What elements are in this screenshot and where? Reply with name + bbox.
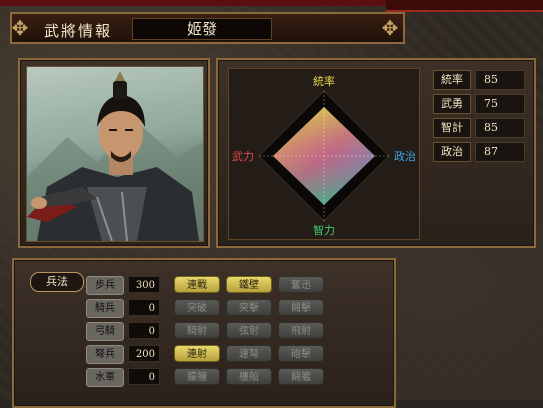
stat-value: 75 [475, 94, 525, 114]
skill-button[interactable]: 鬪擊 [278, 299, 324, 316]
skill-button[interactable]: 艨艟 [174, 368, 220, 385]
general-portrait [26, 66, 204, 242]
portrait-panel [18, 58, 210, 248]
stat-value: 85 [475, 70, 525, 90]
tactics-section-label: 兵法 [30, 272, 84, 292]
skill-button[interactable]: 飛射 [278, 322, 324, 339]
ability-diamond: 統率 武力 政治 智力 [232, 74, 416, 237]
stat-value: 85 [475, 118, 525, 138]
ability-panel: 統率 武力 政治 智力 統率 85 武勇 75 智計 85 政治 87 [216, 58, 536, 248]
window-frame-corner [386, 0, 543, 12]
troop-type-label: 弩兵 [86, 345, 124, 364]
diamond-label-bottom: 智力 [313, 223, 335, 237]
troop-count: 200 [128, 345, 160, 362]
stat-label: 統率 [433, 70, 471, 90]
troop-type-label: 步兵 [86, 276, 124, 295]
skill-button[interactable]: 騎射 [174, 322, 220, 339]
diamond-label-left: 武力 [232, 150, 254, 163]
ornament-icon: ✥ [11, 16, 29, 40]
stat-label: 武勇 [433, 94, 471, 114]
troop-type-label: 水軍 [86, 368, 124, 387]
diamond-label-top: 統率 [313, 74, 335, 88]
troops-panel: 兵法 步兵 300 連戰 鐵壁 奮迅 騎兵 0 突破 突擊 鬪擊 弓騎 0 騎射… [12, 258, 396, 408]
title-bar: ✥ 武將情報 姬發 ✥ [10, 12, 405, 44]
ornament-icon: ✥ [381, 16, 399, 40]
skill-button[interactable]: 鬪艦 [278, 368, 324, 385]
skill-button[interactable]: 鐵壁 [226, 276, 272, 293]
skill-button[interactable]: 連射 [174, 345, 220, 362]
troop-type-label: 弓騎 [86, 322, 124, 341]
skill-button[interactable]: 連戰 [174, 276, 220, 293]
stat-value: 87 [475, 142, 525, 162]
general-name: 姬發 [132, 18, 272, 40]
skill-button[interactable]: 速弩 [226, 345, 272, 362]
troop-count: 300 [128, 276, 160, 293]
stat-label: 政治 [433, 142, 471, 162]
ability-diamond-chart: 統率 武力 政治 智力 [228, 68, 420, 240]
troop-count: 0 [128, 368, 160, 385]
stat-label: 智計 [433, 118, 471, 138]
skill-button[interactable]: 突破 [174, 299, 220, 316]
skill-button[interactable]: 砲擊 [278, 345, 324, 362]
window-title: 武將情報 [44, 22, 113, 40]
skill-button[interactable]: 樓船 [226, 368, 272, 385]
portrait-image [27, 71, 203, 241]
troop-count: 0 [128, 299, 160, 316]
skill-button[interactable]: 突擊 [226, 299, 272, 316]
troop-count: 0 [128, 322, 160, 339]
skill-button[interactable]: 弦射 [226, 322, 272, 339]
diamond-label-right: 政治 [394, 149, 416, 163]
skill-button[interactable]: 奮迅 [278, 276, 324, 293]
troop-type-label: 騎兵 [86, 299, 124, 318]
